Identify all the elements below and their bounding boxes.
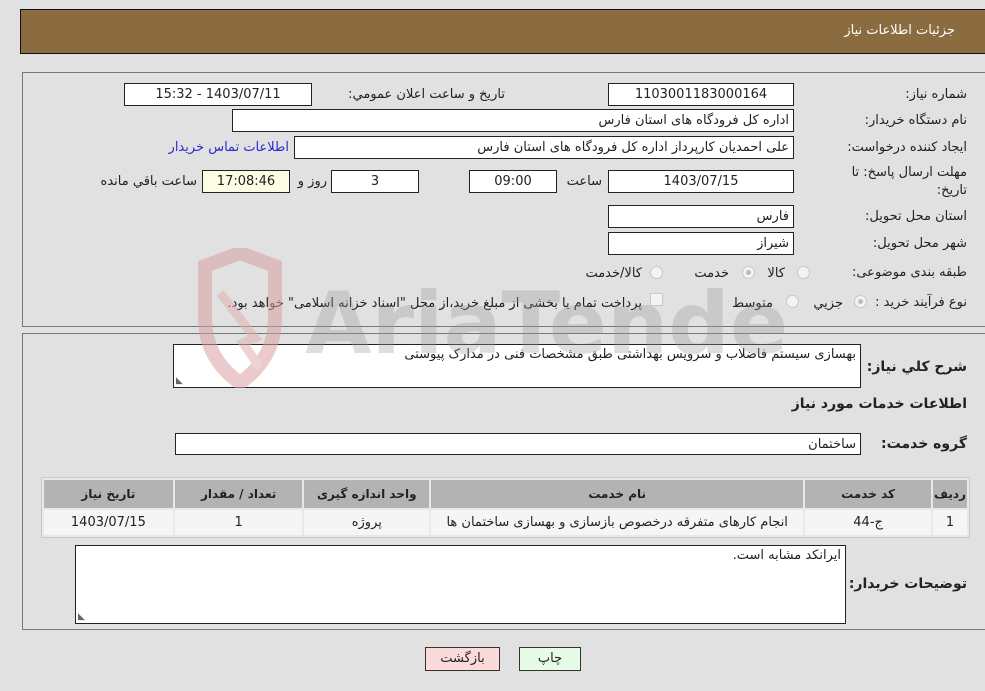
purchase-type-option-minor: جزيي — [813, 296, 843, 311]
cell-service-code: ج-44 — [805, 510, 931, 535]
need-details-panel: شماره نياز: 1103001183000164 تاريخ و ساع… — [22, 72, 985, 327]
resize-grip-icon[interactable]: ◢ — [78, 612, 85, 622]
resize-grip-icon[interactable]: ◢ — [176, 376, 183, 386]
purchase-type-option-medium: متوسط — [732, 296, 773, 311]
description-text: بهسازی سیستم فاضلاب و سرویس بهداشتی طبق … — [404, 347, 856, 362]
cell-service-name: انجام کارهای متفرقه درخصوص بازسازی و بهس… — [431, 510, 804, 535]
deadline-time-label: ساعت — [566, 174, 602, 189]
treasury-checkbox[interactable] — [650, 293, 663, 306]
cell-quantity: 1 — [174, 510, 303, 535]
delivery-city-field: شيراز — [608, 232, 794, 255]
table-header-row: رديف کد خدمت نام خدمت واحد اندازه گيری ت… — [44, 480, 967, 508]
need-number-field: 1103001183000164 — [608, 83, 794, 106]
col-unit: واحد اندازه گيری — [304, 480, 430, 508]
remaining-time-label: ساعت باقي مانده — [100, 174, 197, 189]
delivery-province-field: فارس — [608, 205, 794, 228]
buyer-contact-link[interactable]: اطلاعات تماس خريدار — [169, 140, 289, 155]
page-title: جزئيات اطلاعات نياز — [844, 23, 955, 38]
services-section-title: اطلاعات خدمات مورد نياز — [791, 396, 967, 412]
page-header: جزئيات اطلاعات نياز — [20, 9, 985, 54]
print-button[interactable]: چاپ — [519, 647, 581, 671]
remaining-time-field: 17:08:46 — [202, 170, 290, 193]
treasury-note: پرداخت تمام يا بخشی از مبلغ خريد،از محل … — [227, 296, 642, 311]
cell-unit: پروژه — [304, 510, 430, 535]
category-radio-goods-service[interactable] — [650, 266, 663, 279]
requester-field: علی احمدیان کارپرداز اداره کل فرودگاه ها… — [294, 136, 794, 159]
category-option-goods: کالا — [767, 266, 785, 281]
delivery-city-label: شهر محل تحويل: — [872, 236, 967, 251]
category-radio-goods[interactable] — [797, 266, 810, 279]
delivery-province-label: استان محل تحويل: — [865, 209, 967, 224]
col-service-code: کد خدمت — [805, 480, 931, 508]
services-table: رديف کد خدمت نام خدمت واحد اندازه گيری ت… — [41, 477, 970, 538]
category-option-service: خدمت — [694, 266, 729, 281]
buyer-notes-textarea[interactable]: ایرانکد مشابه است. ◢ — [75, 545, 846, 624]
remaining-days-label: روز و — [297, 174, 327, 189]
buyer-notes-text: ایرانکد مشابه است. — [732, 548, 841, 563]
deadline-label-line1: مهلت ارسال پاسخ: تا — [851, 165, 967, 180]
description-label: شرح كلي نياز: — [866, 359, 967, 375]
need-number-label: شماره نياز: — [905, 87, 967, 102]
category-radio-service[interactable] — [742, 266, 755, 279]
col-quantity: تعداد / مقدار — [174, 480, 303, 508]
category-label: طبقه بندی موضوعی: — [851, 265, 967, 280]
purchase-type-radio-medium[interactable] — [786, 295, 799, 308]
col-service-name: نام خدمت — [431, 480, 804, 508]
col-need-date: تاريخ نياز — [44, 480, 173, 508]
service-group-label: گروه خدمت: — [881, 436, 967, 452]
deadline-time-field: 09:00 — [469, 170, 557, 193]
buyer-org-label: نام دستگاه خريدار: — [864, 113, 967, 128]
services-panel: شرح كلي نياز: بهسازی سیستم فاضلاب و سروی… — [22, 333, 985, 630]
category-option-goods-service: کالا/خدمت — [585, 266, 642, 281]
deadline-date-field: 1403/07/15 — [608, 170, 794, 193]
remaining-days-field: 3 — [331, 170, 419, 193]
purchase-type-radio-minor[interactable] — [854, 295, 867, 308]
col-row-number: رديف — [932, 480, 967, 508]
cell-row-number: 1 — [932, 510, 967, 535]
cell-need-date: 1403/07/15 — [44, 510, 173, 535]
buyer-org-field: اداره کل فرودگاه های استان فارس — [232, 109, 794, 132]
service-group-field: ساختمان — [175, 433, 861, 455]
back-button[interactable]: بازگشت — [425, 647, 500, 671]
buyer-notes-label: توضيحات خريدار: — [848, 576, 967, 592]
announce-datetime-field: 1403/07/11 - 15:32 — [124, 83, 312, 106]
table-row: 1 ج-44 انجام کارهای متفرقه درخصوص بازساز… — [44, 510, 967, 535]
requester-label: ايجاد کننده درخواست: — [847, 140, 967, 155]
announce-datetime-label: تاريخ و ساعت اعلان عمومي: — [348, 87, 505, 102]
description-textarea[interactable]: بهسازی سیستم فاضلاب و سرویس بهداشتی طبق … — [173, 344, 861, 388]
purchase-type-label: نوع فرآيند خريد : — [875, 295, 967, 310]
deadline-label-line2: تاريخ: — [936, 183, 967, 198]
